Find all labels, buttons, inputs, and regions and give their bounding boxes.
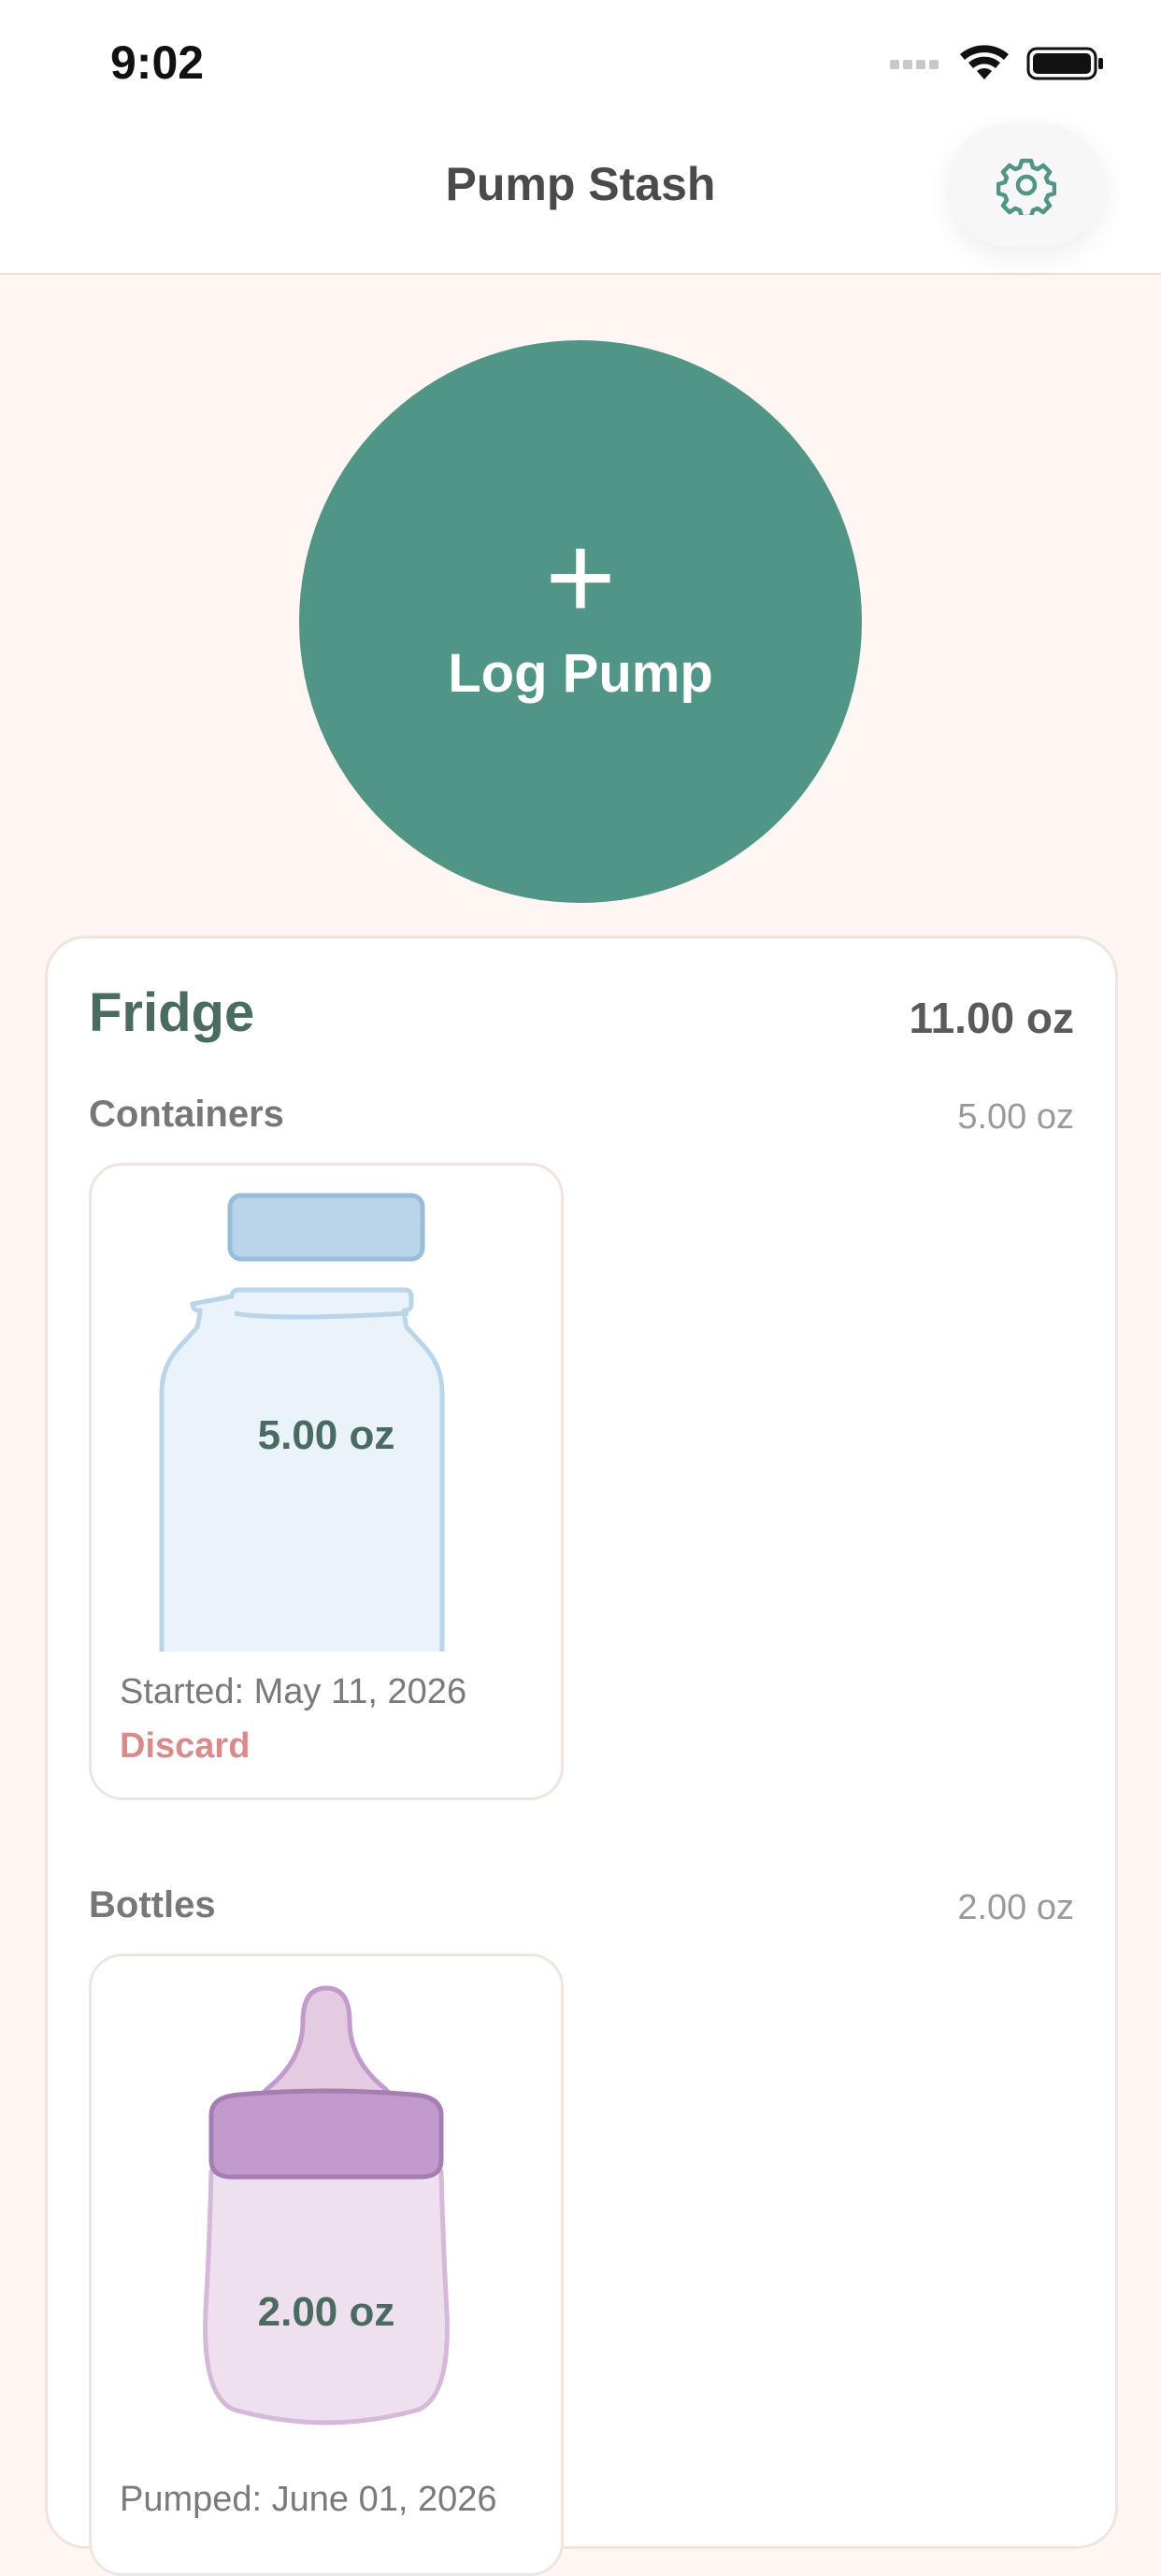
containers-total: 5.00 oz [957,1097,1074,1137]
plus-icon: + [545,508,616,645]
bottles-total: 2.00 oz [957,1888,1074,1927]
signal-icon [890,60,939,69]
log-pump-button[interactable]: + Log Pump [299,340,862,903]
status-time: 9:02 [110,36,205,89]
fridge-card: Fridge 11.00 oz Containers 5.00 oz 5.00 … [45,936,1118,2576]
container-amount: 5.00 oz [257,1412,395,1458]
battery-icon [1026,47,1103,80]
settings-button[interactable] [948,123,1105,247]
container-date: Started: May 11, 2026 [120,1672,467,1711]
status-icons [890,43,1105,80]
discard-button[interactable]: Discard [120,1726,250,1767]
log-pump-label: Log Pump [448,642,713,704]
fridge-total: 11.00 oz [909,994,1074,1042]
bottle-date: Pumped: June 01, 2026 [120,2480,497,2519]
bottle-amount: 2.00 oz [257,2289,395,2335]
bottles-label: Bottles [89,1884,216,1925]
status-bar: 9:02 [0,0,1161,131]
baby-bottle-icon [203,1985,450,2426]
container-card[interactable]: 5.00 oz Started: May 11, 2026 Discard [89,1163,564,1800]
wifi-icon [960,45,1009,79]
container-jar-icon [159,1193,445,1652]
gear-icon [996,158,1056,215]
containers-label: Containers [89,1094,284,1135]
fridge-title: Fridge [89,982,255,1043]
bottle-card[interactable]: 2.00 oz Pumped: June 01, 2026 [89,1953,564,2576]
